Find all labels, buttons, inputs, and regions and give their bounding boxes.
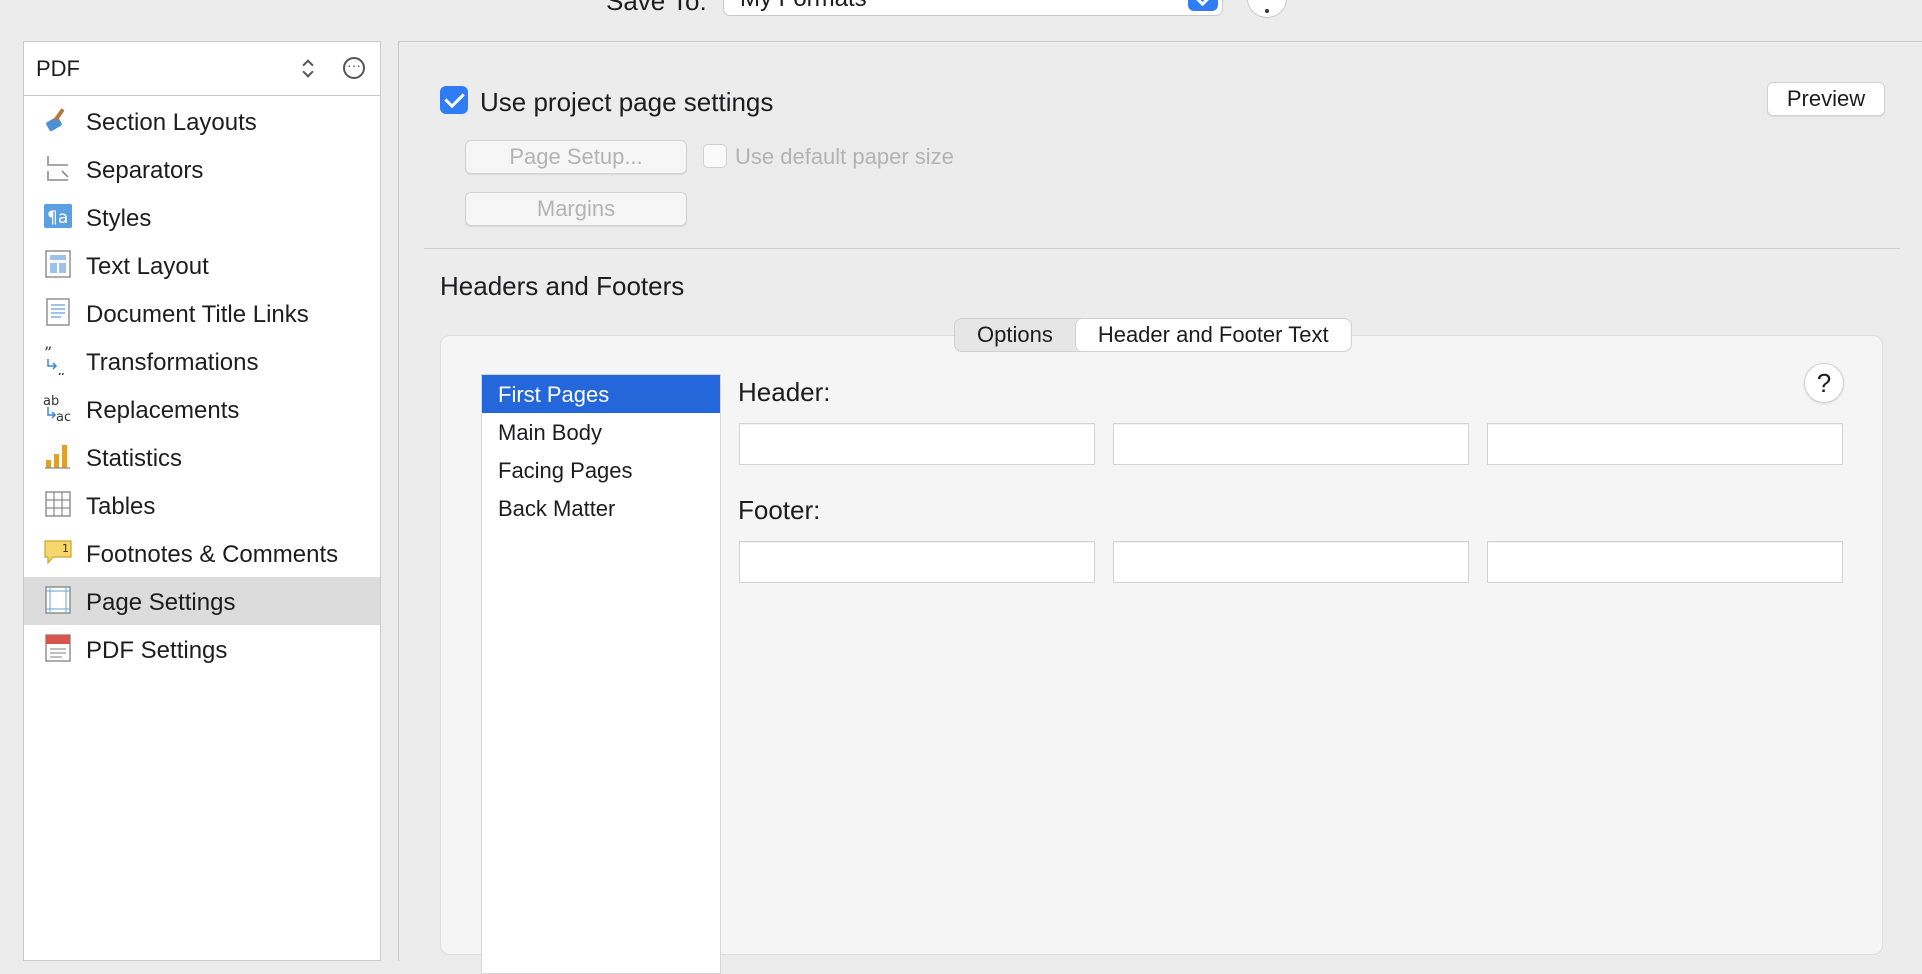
preview-button[interactable]: Preview — [1767, 82, 1885, 116]
sidebar-item-separators[interactable]: Separators — [24, 145, 380, 193]
sidebar-item-page-settings[interactable]: Page Settings — [24, 577, 380, 625]
sidebar-item-replacements[interactable]: ab ac Replacements — [24, 385, 380, 433]
quotes-icon: ” „ — [44, 345, 65, 375]
svg-text:ac: ac — [56, 410, 71, 423]
svg-text:„: „ — [57, 360, 65, 375]
page-setup-button[interactable]: Page Setup... — [465, 140, 687, 174]
tab-options[interactable]: Options — [955, 319, 1075, 351]
footer-label: Footer: — [738, 495, 821, 525]
save-to-value: My Formats — [740, 0, 867, 12]
sidebar-list: Section Layouts Separators ¶a Styles Tex… — [24, 97, 380, 673]
margins-button[interactable]: Margins — [465, 192, 687, 226]
header-left-field[interactable] — [739, 423, 1095, 465]
table-icon — [45, 491, 71, 517]
sidebar-item-tables[interactable]: Tables — [24, 481, 380, 529]
sidebar-item-section-layouts[interactable]: Section Layouts — [24, 97, 380, 145]
bar-chart-icon — [45, 445, 70, 469]
text-layout-icon — [45, 250, 71, 278]
sidebar-item-styles[interactable]: ¶a Styles — [24, 193, 380, 241]
svg-text:1: 1 — [62, 542, 69, 555]
save-to-select[interactable]: My Formats — [723, 0, 1223, 16]
headers-footers-title: Headers and Footers — [440, 271, 685, 301]
use-default-paper-size-label: Use default paper size — [735, 144, 954, 169]
list-item-facing-pages[interactable]: Facing Pages — [482, 451, 720, 489]
format-sidebar: PDF ··· Section Layouts Separators ¶a St… — [23, 41, 381, 961]
list-item-main-body[interactable]: Main Body — [482, 413, 720, 451]
tab-header-and-footer-text[interactable]: Header and Footer Text — [1074, 319, 1351, 351]
sidebar-item-pdf-settings[interactable]: PDF Settings — [24, 625, 380, 673]
use-project-page-settings-label: Use project page settings — [480, 87, 774, 117]
header-center-field[interactable] — [1113, 423, 1469, 465]
svg-text:¶a: ¶a — [47, 208, 68, 228]
use-project-page-settings-checkbox[interactable] — [440, 86, 468, 114]
replace-icon: ab ac — [43, 394, 71, 423]
sidebar-item-transformations[interactable]: ” „ Transformations — [24, 337, 380, 385]
list-item-first-pages[interactable]: First Pages — [482, 375, 720, 413]
sidebar-item-statistics[interactable]: Statistics — [24, 433, 380, 481]
up-down-chevron-icon[interactable] — [302, 57, 314, 79]
footnote-icon: 1 — [44, 540, 72, 565]
sidebar-item-footnotes-comments[interactable]: 1 Footnotes & Comments — [24, 529, 380, 577]
separator-icon — [47, 156, 69, 181]
chevron-down-icon — [1188, 0, 1218, 11]
styles-icon: ¶a — [44, 204, 72, 228]
page-settings-icon — [45, 586, 71, 614]
header-label: Header: — [738, 377, 831, 407]
footer-center-field[interactable] — [1113, 541, 1469, 583]
footer-right-field[interactable] — [1487, 541, 1843, 583]
list-item-back-matter[interactable]: Back Matter — [482, 489, 720, 527]
paintbrush-icon — [46, 108, 65, 132]
help-button[interactable]: ? — [1804, 363, 1844, 403]
section-divider — [424, 248, 1900, 249]
format-name: PDF — [36, 56, 80, 81]
sidebar-item-text-layout[interactable]: Text Layout — [24, 241, 380, 289]
headers-footers-tabs: Options Header and Footer Text — [954, 318, 1352, 352]
format-selector[interactable]: PDF ··· — [24, 42, 380, 96]
svg-text:ab: ab — [43, 394, 59, 409]
document-lines-icon — [46, 298, 70, 326]
sidebar-item-document-title-links[interactable]: Document Title Links — [24, 289, 380, 337]
header-right-field[interactable] — [1487, 423, 1843, 465]
use-default-paper-size-checkbox[interactable] — [703, 144, 727, 168]
pdf-icon — [45, 634, 71, 662]
page-type-list: First Pages Main Body Facing Pages Back … — [481, 374, 721, 974]
footer-left-field[interactable] — [739, 541, 1095, 583]
save-to-label: Save To: — [606, 0, 707, 16]
ellipsis-circle-icon[interactable]: ··· — [343, 57, 365, 79]
more-options-button[interactable] — [1247, 0, 1287, 18]
